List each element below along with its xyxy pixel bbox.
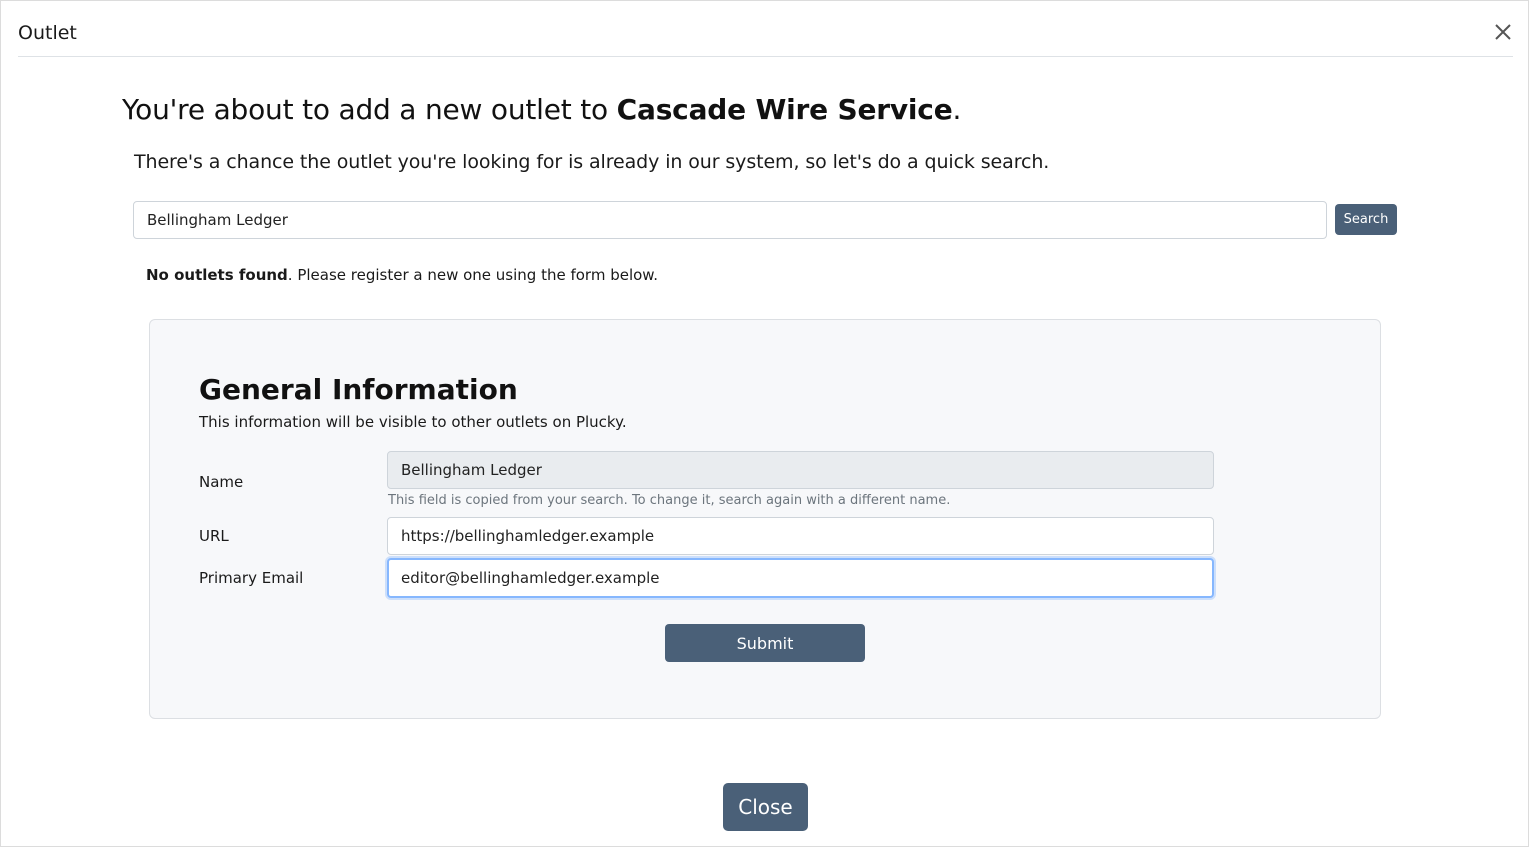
outlet-search-input[interactable] [133, 201, 1327, 239]
close-icon-glyph [1495, 24, 1511, 40]
close-button[interactable]: Close [723, 783, 808, 831]
search-button[interactable]: Search [1335, 204, 1397, 235]
section-description: This information will be visible to othe… [199, 413, 627, 431]
name-label: Name [199, 473, 244, 491]
search-result-notice: No outlets found. Please register a new … [146, 265, 658, 285]
primary-email-field[interactable] [387, 558, 1214, 598]
outlet-modal: Outlet You're about to add a new outlet … [0, 0, 1529, 847]
modal-header: Outlet [18, 1, 1513, 57]
search-instructions: There's a chance the outlet you're looki… [134, 151, 1050, 173]
url-label: URL [199, 527, 229, 545]
general-information-panel: General Information This information wil… [149, 319, 1381, 719]
close-icon[interactable] [1493, 22, 1513, 42]
no-results-label: No outlets found [146, 266, 288, 284]
page-headline: You're about to add a new outlet to Casc… [122, 92, 961, 128]
name-help-text: This field is copied from your search. T… [388, 493, 951, 508]
submit-button[interactable]: Submit [665, 624, 865, 662]
headline-suffix: . [952, 93, 962, 126]
modal-title: Outlet [18, 22, 77, 44]
url-field[interactable] [387, 517, 1214, 555]
organization-name: Cascade Wire Service [616, 93, 953, 126]
headline-prefix: You're about to add a new outlet to [122, 93, 617, 126]
name-field [387, 451, 1214, 489]
email-label: Primary Email [199, 569, 304, 587]
no-results-message: . Please register a new one using the fo… [287, 266, 658, 284]
section-title: General Information [199, 373, 518, 406]
